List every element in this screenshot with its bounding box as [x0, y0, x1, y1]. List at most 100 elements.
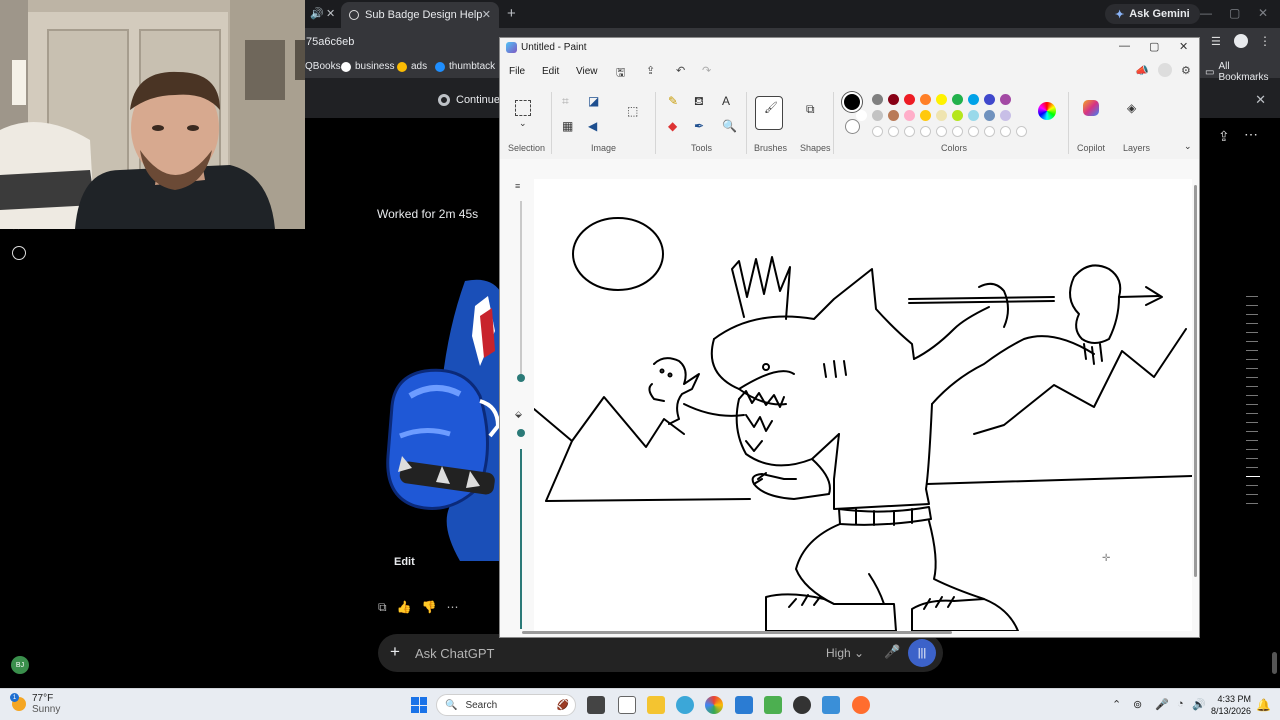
fill-icon[interactable]: ⛾ [694, 94, 704, 110]
magnifier-icon[interactable]: 🔍 [722, 119, 737, 133]
edit-colors-icon[interactable] [1038, 102, 1056, 120]
drawing-canvas[interactable]: ✛ [533, 179, 1193, 632]
brush-size-slider[interactable]: ≡ ⬙ [514, 179, 528, 629]
color-swatch[interactable] [984, 110, 995, 121]
all-bookmarks[interactable]: ▭ All Bookmarks [1205, 61, 1280, 83]
color-swatch[interactable] [1000, 94, 1011, 105]
layers-icon[interactable]: ◈ [1127, 101, 1136, 115]
tray-chevron-icon[interactable]: ⌃ [1112, 698, 1121, 711]
custom-color-slot[interactable] [952, 126, 963, 137]
custom-color-slot[interactable] [936, 126, 947, 137]
undo-icon[interactable]: ↶ [676, 64, 685, 77]
chat-bubble-icon[interactable] [12, 246, 26, 260]
color-swatch[interactable] [936, 110, 947, 121]
custom-color-slot[interactable] [920, 126, 931, 137]
taskbar-clock[interactable]: 4:33 PM 8/13/2026 [1211, 693, 1251, 717]
color-swatch[interactable] [872, 94, 883, 105]
reader-icon[interactable]: ☰ [1211, 35, 1221, 48]
custom-color-slot[interactable] [984, 126, 995, 137]
firefox-icon[interactable] [852, 696, 870, 714]
weather-widget[interactable]: 1 77°F Sunny [10, 693, 60, 715]
wifi-icon[interactable]: ◔ [1177, 698, 1184, 710]
share-icon[interactable]: ⇪ [1218, 128, 1230, 145]
color-swatch[interactable] [904, 94, 915, 105]
color-swatch[interactable] [904, 110, 915, 121]
menu-file[interactable]: File [509, 66, 525, 77]
bookmark-thumbtack[interactable]: thumbtack [435, 61, 495, 72]
infobar-close-icon[interactable]: ✕ [1255, 92, 1266, 108]
worked-duration[interactable]: Worked for 2m 45s [377, 207, 478, 221]
text-icon[interactable]: A [722, 94, 730, 108]
copilot-icon[interactable] [1083, 100, 1099, 116]
menu-edit[interactable]: Edit [542, 66, 559, 77]
custom-color-slot[interactable] [872, 126, 883, 137]
primary-color-swatch[interactable] [842, 92, 862, 112]
bookmark-business[interactable]: business [341, 61, 394, 72]
color-swatch[interactable] [952, 110, 963, 121]
canvas-horizontal-scrollbar[interactable] [522, 631, 952, 634]
custom-color-slot[interactable] [1016, 126, 1027, 137]
redo-icon[interactable]: ↷ [702, 64, 711, 77]
chat-composer[interactable]: + Ask ChatGPT High ⌄ 🎤 ||| [378, 634, 943, 672]
voice-mode-button[interactable]: ||| [908, 639, 936, 667]
canvas-vertical-scrollbar[interactable] [1194, 185, 1197, 577]
chevron-down-icon[interactable]: ⌄ [519, 118, 527, 129]
reasoning-level-select[interactable]: High ⌄ [826, 646, 864, 660]
bookmark-ads[interactable]: ads [397, 61, 427, 72]
minimize-icon[interactable]: — [1200, 6, 1212, 20]
color-swatch[interactable] [968, 94, 979, 105]
maximize-icon[interactable]: ▢ [1149, 40, 1159, 53]
selection-icon[interactable] [515, 100, 531, 116]
add-attachment-icon[interactable]: + [390, 642, 400, 662]
obs-icon[interactable] [793, 696, 811, 714]
notepad-icon[interactable] [618, 696, 636, 714]
menu-dots-icon[interactable]: ⋮ [1259, 34, 1271, 48]
notification-bell-icon[interactable]: 🔔 [1256, 698, 1271, 712]
edge-icon[interactable] [676, 696, 694, 714]
tab-close-icon[interactable]: ✕ [326, 7, 335, 20]
user-avatar[interactable]: BJ [11, 656, 29, 674]
color-swatch[interactable] [856, 110, 867, 121]
pencil-icon[interactable]: ✎ [668, 94, 678, 108]
color-swatch[interactable] [888, 110, 899, 121]
color-swatch[interactable] [936, 94, 947, 105]
custom-color-slot[interactable] [1000, 126, 1011, 137]
tab-close-icon[interactable]: ✕ [482, 8, 491, 21]
taskbar-search[interactable]: 🔍 Search 🏈 [436, 694, 576, 716]
store-icon[interactable] [764, 696, 782, 714]
brushes-button[interactable]: 🖌 [755, 96, 783, 130]
tab-sub-badge[interactable]: Sub Badge Design Help ✕ [341, 2, 499, 28]
start-button[interactable] [411, 697, 427, 713]
color-swatch[interactable] [968, 110, 979, 121]
thumbs-down-icon[interactable]: 👎 [422, 600, 437, 615]
announcement-icon[interactable]: 📣 [1135, 64, 1149, 77]
custom-color-slot[interactable] [888, 126, 899, 137]
profile-avatar-icon[interactable] [1234, 34, 1248, 48]
microphone-icon[interactable]: 🎤 [884, 644, 900, 660]
size-knob[interactable] [517, 374, 525, 382]
thumbs-up-icon[interactable]: 👍 [397, 600, 412, 615]
share-icon[interactable]: ⇪ [646, 64, 655, 77]
rotate-icon[interactable]: ◀ [588, 119, 597, 133]
copy-icon[interactable]: ⧉ [378, 600, 387, 615]
file-explorer-icon[interactable] [647, 696, 665, 714]
paint-taskbar-icon[interactable] [822, 696, 840, 714]
color-swatch[interactable] [888, 94, 899, 105]
chevron-down-icon[interactable]: ⌄ [1184, 141, 1192, 152]
task-view-icon[interactable] [587, 696, 605, 714]
tray-app-icon[interactable]: ⊚ [1133, 698, 1142, 711]
secondary-color-swatch[interactable] [845, 119, 860, 134]
shapes-icon[interactable]: ⧉ [806, 102, 815, 117]
calculator-icon[interactable] [735, 696, 753, 714]
minimize-icon[interactable]: — [1119, 40, 1130, 52]
opacity-knob[interactable] [517, 429, 525, 437]
ask-gemini-button[interactable]: ✦ Ask Gemini [1105, 4, 1200, 24]
page-scrollbar[interactable] [1272, 652, 1277, 674]
color-swatch[interactable] [952, 94, 963, 105]
edit-image-button[interactable]: Edit [394, 556, 415, 568]
close-icon[interactable]: ✕ [1258, 6, 1268, 20]
eraser-icon[interactable]: ◆ [668, 119, 677, 133]
settings-gear-icon[interactable]: ⚙ [1181, 64, 1191, 77]
maximize-icon[interactable]: ▢ [1229, 6, 1240, 20]
speaker-icon[interactable]: 🔊 [310, 7, 324, 20]
